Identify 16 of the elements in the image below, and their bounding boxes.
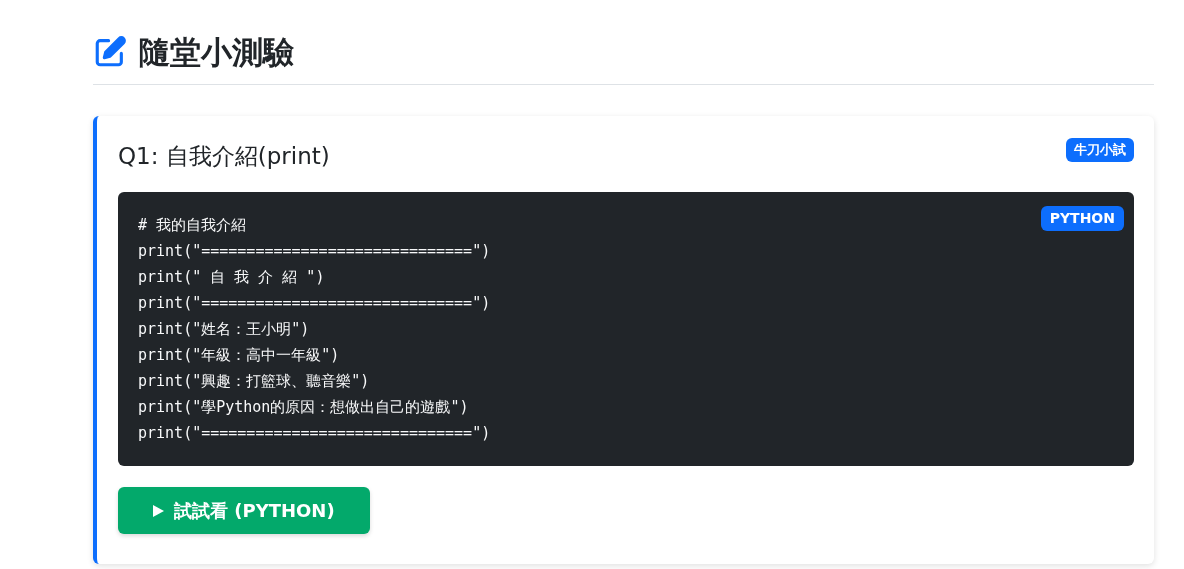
question-title: Q1: 自我介紹(print) <box>118 142 330 171</box>
code-line: print("學Python的原因：想做出自己的遊戲") <box>138 397 469 418</box>
page-title: 隨堂小測驗 <box>139 33 294 72</box>
code-line: print("年級：高中一年級") <box>138 345 340 366</box>
code-line: print("興趣：打籃球、聽音樂") <box>138 371 370 392</box>
code-line: print("==============================") <box>138 241 491 262</box>
play-icon <box>153 504 164 517</box>
edit-icon <box>93 35 127 69</box>
code-line: # 我的自我介紹 <box>138 215 247 236</box>
code-line: print("==============================") <box>138 293 491 314</box>
code-line: print(" 自 我 介 紹 ") <box>138 267 325 288</box>
difficulty-badge: 牛刀小試 <box>1066 138 1134 162</box>
code-line: print("姓名：王小明") <box>138 319 310 340</box>
language-badge: PYTHON <box>1040 206 1124 231</box>
code-line: print("==============================") <box>138 423 491 444</box>
run-button[interactable]: 試試看 (PYTHON) <box>118 487 370 534</box>
